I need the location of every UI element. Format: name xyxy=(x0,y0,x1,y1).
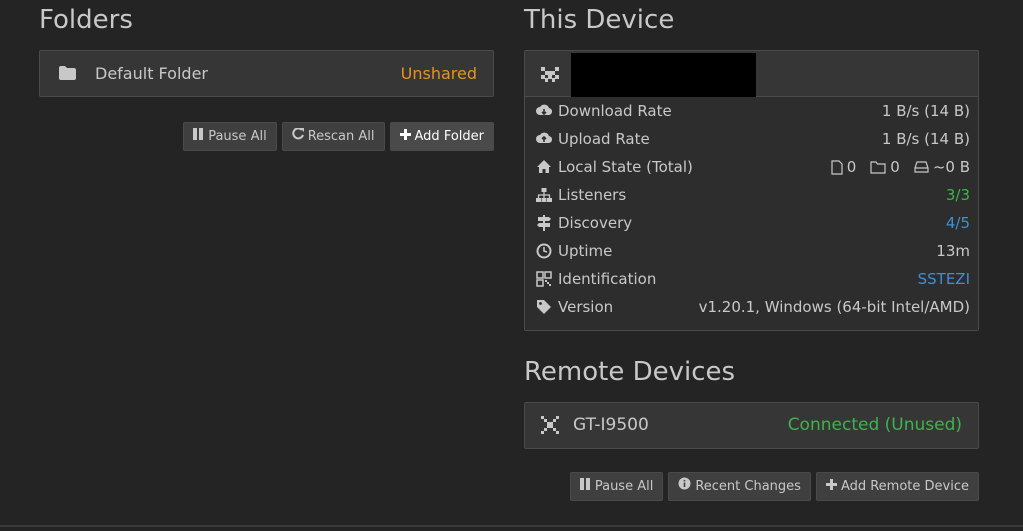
pause-all-devices-label: Pause All xyxy=(594,479,654,494)
clock-icon xyxy=(536,243,552,259)
rescan-all-label: Rescan All xyxy=(307,129,375,144)
redacted-device-name xyxy=(571,53,756,97)
recent-changes-label: Recent Changes xyxy=(695,479,801,494)
device-identicon-icon xyxy=(541,67,559,86)
local-size-value: ~0 B xyxy=(932,158,970,176)
cloud-upload-icon xyxy=(536,131,553,147)
discovery-row: Discovery 4/5 xyxy=(525,209,978,237)
version-label: Version xyxy=(558,298,614,316)
listeners-label: Listeners xyxy=(558,186,627,204)
folder-icon xyxy=(59,65,76,84)
folders-title: Folders xyxy=(39,5,133,35)
remote-device-identicon-icon xyxy=(541,416,559,438)
uptime-label: Uptime xyxy=(558,242,613,260)
refresh-icon xyxy=(292,122,304,151)
download-rate-label: Download Rate xyxy=(558,102,672,120)
bottom-divider xyxy=(0,525,1023,527)
local-state-label: Local State (Total) xyxy=(558,158,693,176)
remote-device-name: GT-I9500 xyxy=(573,415,649,435)
plus-icon xyxy=(825,472,837,501)
this-device-header[interactable] xyxy=(525,51,978,97)
folder-status: Unshared xyxy=(400,64,477,83)
sitemap-icon xyxy=(536,187,552,203)
add-folder-button[interactable]: Add Folder xyxy=(389,122,494,151)
pause-all-devices-button[interactable]: Pause All xyxy=(569,472,664,501)
recent-changes-button[interactable]: Recent Changes xyxy=(668,472,811,501)
folder-actions: Pause All Rescan All Add Folder xyxy=(183,122,494,151)
local-folders-count: 0 xyxy=(890,158,900,176)
local-state-value: 0 0 ~0 B xyxy=(831,158,970,176)
upload-rate-value: 1 B/s (14 B) xyxy=(881,130,970,148)
add-remote-device-button[interactable]: Add Remote Device xyxy=(815,472,979,501)
identification-label: Identification xyxy=(558,270,657,288)
upload-rate-label: Upload Rate xyxy=(558,130,650,148)
plus-icon xyxy=(399,122,411,151)
listeners-value[interactable]: 3/3 xyxy=(946,186,970,204)
uptime-row: Uptime 13m xyxy=(525,237,978,265)
pause-all-label: Pause All xyxy=(208,129,267,144)
local-files-count: 0 xyxy=(846,158,857,176)
discovery-label: Discovery xyxy=(558,214,633,232)
this-device-title: This Device xyxy=(524,5,675,35)
folder-name: Default Folder xyxy=(95,64,208,83)
local-state-row: Local State (Total) 0 0 ~0 B xyxy=(525,153,978,181)
uptime-value: 13m xyxy=(936,242,970,260)
download-rate-row: Download Rate 1 B/s (14 B) xyxy=(525,97,978,125)
signpost-icon xyxy=(536,215,552,231)
remote-devices-title: Remote Devices xyxy=(524,357,736,387)
home-icon xyxy=(536,159,552,175)
remote-device-actions: Pause All Recent Changes Add Remote Devi… xyxy=(569,472,979,501)
listeners-row: Listeners 3/3 xyxy=(525,181,978,209)
this-device-panel: Download Rate 1 B/s (14 B) Upload Rate 1… xyxy=(524,50,979,331)
qrcode-icon xyxy=(536,271,552,287)
identification-row: Identification SSTEZI xyxy=(525,265,978,293)
pause-icon xyxy=(579,472,591,501)
discovery-value[interactable]: 4/5 xyxy=(946,214,970,232)
rescan-all-button[interactable]: Rescan All xyxy=(281,122,385,151)
identification-value[interactable]: SSTEZI xyxy=(918,270,970,288)
hdd-icon xyxy=(914,161,929,173)
version-row: Version v1.20.1, Windows (64-bit Intel/A… xyxy=(525,293,978,321)
folder-panel-default[interactable]: Default Folder Unshared xyxy=(39,50,494,97)
download-rate-value: 1 B/s (14 B) xyxy=(881,102,970,120)
pause-all-folders-button[interactable]: Pause All xyxy=(183,122,277,151)
add-remote-device-label: Add Remote Device xyxy=(840,479,969,494)
info-icon xyxy=(678,472,691,501)
file-icon xyxy=(831,159,843,175)
upload-rate-row: Upload Rate 1 B/s (14 B) xyxy=(525,125,978,153)
cloud-download-icon xyxy=(536,103,553,119)
folder-outline-icon xyxy=(870,160,886,174)
add-folder-label: Add Folder xyxy=(414,129,484,144)
tag-icon xyxy=(536,299,552,315)
pause-icon xyxy=(193,122,204,151)
remote-device-panel[interactable]: GT-I9500 Connected (Unused) xyxy=(524,402,979,449)
remote-device-status: Connected (Unused) xyxy=(787,415,962,435)
version-value: v1.20.1, Windows (64-bit Intel/AMD) xyxy=(698,298,970,316)
